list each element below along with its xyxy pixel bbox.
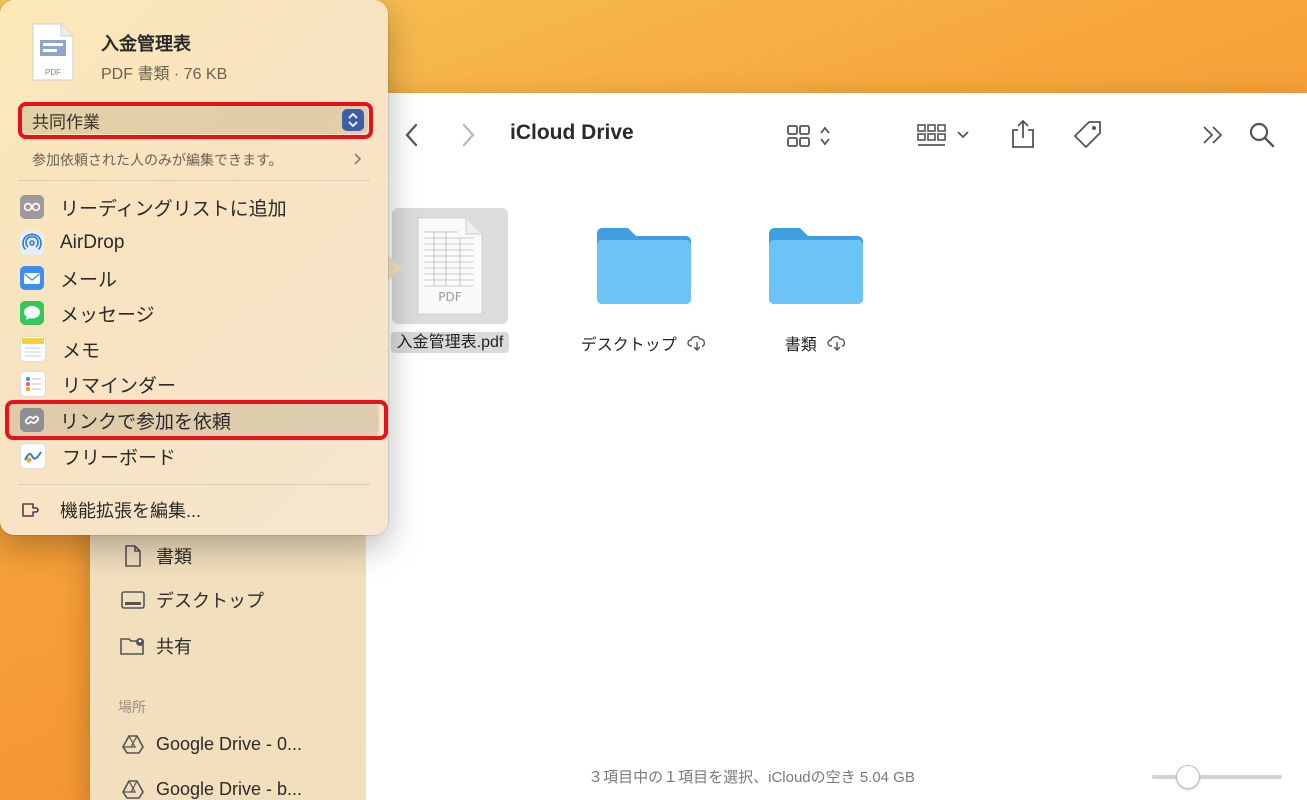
pdf-icon-label: PDF: [45, 68, 61, 77]
menu-item-label: リマインダー: [62, 375, 177, 397]
menu-item-reading-list[interactable]: リーディングリストに追加: [20, 192, 287, 222]
chevron-left-icon: [404, 123, 418, 147]
messages-icon: [20, 301, 44, 325]
airdrop-icon: [20, 231, 44, 255]
link-icon: [20, 408, 44, 432]
file-name: 書類: [784, 337, 817, 354]
collaboration-mode-select[interactable]: 共同作業: [22, 106, 368, 134]
menu-item-label: AirDrop: [60, 232, 125, 253]
search-icon: [1248, 121, 1276, 149]
tag-button[interactable]: [1072, 120, 1104, 150]
window-title: iCloud Drive: [510, 121, 634, 144]
menu-item-airdrop[interactable]: AirDrop: [20, 228, 124, 258]
file-name: 入金管理表.pdf: [390, 332, 510, 353]
folder-icon: [597, 228, 691, 304]
sidebar-item-label: 共有: [156, 637, 192, 657]
file-name: デスクトップ: [580, 337, 677, 354]
menu-item-label: メッセージ: [60, 304, 155, 326]
menu-item-messages[interactable]: メッセージ: [20, 298, 155, 328]
sidebar-item-desktop[interactable]: デスクトップ: [120, 585, 264, 615]
sidebar-item-label: Google Drive - b...: [156, 778, 303, 799]
sidebar-item-shared[interactable]: 共有: [120, 631, 192, 661]
sidebar-item-google-drive-2[interactable]: Google Drive - b...: [120, 774, 302, 800]
reading-list-icon: [20, 195, 44, 219]
notes-icon: [20, 336, 46, 362]
sidebar-heading-locations: 場所: [118, 700, 146, 716]
share-popover: PDF 入金管理表 PDF 書類 · 76 KB 共同作業 参加依頼された人のみ…: [0, 0, 388, 535]
edit-extensions-label: 機能拡張を編集...: [60, 501, 202, 521]
icloud-download-icon[interactable]: [687, 335, 707, 356]
select-stepper-icon[interactable]: [342, 109, 364, 131]
share-button[interactable]: [1010, 119, 1036, 149]
google-drive-icon: [120, 734, 146, 754]
pdf-icon-label: PDF: [438, 290, 462, 304]
document-icon: [120, 545, 146, 567]
menu-item-label: リーディングリストに追加: [60, 198, 287, 220]
share-file-name: 入金管理表: [101, 34, 191, 54]
menu-item-notes[interactable]: メモ: [20, 334, 100, 364]
share-file-info: PDF 書類 · 76 KB: [101, 66, 228, 83]
search-button[interactable]: [1248, 121, 1276, 149]
desktop-icon: [120, 591, 146, 609]
sidebar-item-label: Google Drive - 0...: [156, 733, 303, 754]
menu-item-label: メール: [60, 269, 118, 291]
sidebar-item-label: 書類: [156, 547, 192, 567]
group-by-icon: [916, 123, 978, 149]
chevron-right-icon: [354, 152, 362, 168]
icloud-download-icon[interactable]: [827, 335, 847, 356]
google-drive-icon: [120, 779, 146, 799]
double-chevron-icon: [1202, 125, 1224, 145]
folder-icon: [769, 228, 863, 304]
divider: [18, 484, 370, 485]
file-item-documents-folder[interactable]: 書類: [766, 223, 866, 356]
tag-icon: [1072, 120, 1104, 150]
sidebar-item-label: デスクトップ: [156, 591, 264, 611]
popover-arrow: [386, 254, 402, 282]
toolbar: iCloud Drive: [366, 93, 1307, 177]
icon-size-slider[interactable]: [1152, 775, 1282, 779]
back-button[interactable]: [404, 123, 418, 147]
menu-item-label: メモ: [62, 340, 101, 362]
shared-folder-icon: [120, 636, 146, 656]
view-mode-button[interactable]: [786, 123, 840, 149]
menu-item-label: フリーボード: [62, 447, 177, 469]
divider: [18, 180, 370, 181]
freeform-icon: [20, 443, 46, 469]
file-item-desktop-folder[interactable]: デスクトップ: [564, 223, 724, 356]
file-browser: iCloud Drive PDF 入金管理表.pdf デスクトップ 書類 ３項目…: [366, 93, 1307, 800]
menu-item-freeform[interactable]: フリーボード: [20, 441, 176, 471]
share-icon: [1010, 119, 1036, 149]
mail-icon: [20, 266, 44, 290]
reminders-icon: [20, 371, 46, 397]
menu-item-label: リンクで参加を依頼: [60, 411, 232, 433]
icon-size-slider-thumb[interactable]: [1176, 765, 1200, 789]
forward-button[interactable]: [462, 123, 476, 147]
permission-text: 参加依頼された人のみが編集できます。: [32, 152, 283, 168]
pdf-file-icon: PDF: [30, 22, 76, 87]
edit-extensions-button[interactable]: 機能拡張を編集...: [20, 495, 201, 525]
collaboration-mode-value: 共同作業: [32, 112, 100, 132]
chevron-right-icon: [462, 123, 476, 147]
group-button[interactable]: [916, 123, 978, 149]
grid-view-icon: [786, 123, 840, 149]
menu-item-invite-with-link[interactable]: リンクで参加を依頼: [20, 405, 231, 435]
more-toolbar-button[interactable]: [1202, 125, 1224, 145]
extensions-icon: [20, 498, 44, 522]
menu-item-mail[interactable]: メール: [20, 263, 117, 293]
sidebar-item-google-drive-1[interactable]: Google Drive - 0...: [120, 729, 302, 759]
file-thumbnail: [392, 208, 508, 324]
menu-item-reminders[interactable]: リマインダー: [20, 369, 176, 399]
sidebar-item-documents[interactable]: 書類: [120, 541, 192, 571]
permission-settings-row[interactable]: 参加依頼された人のみが編集できます。: [32, 150, 362, 170]
